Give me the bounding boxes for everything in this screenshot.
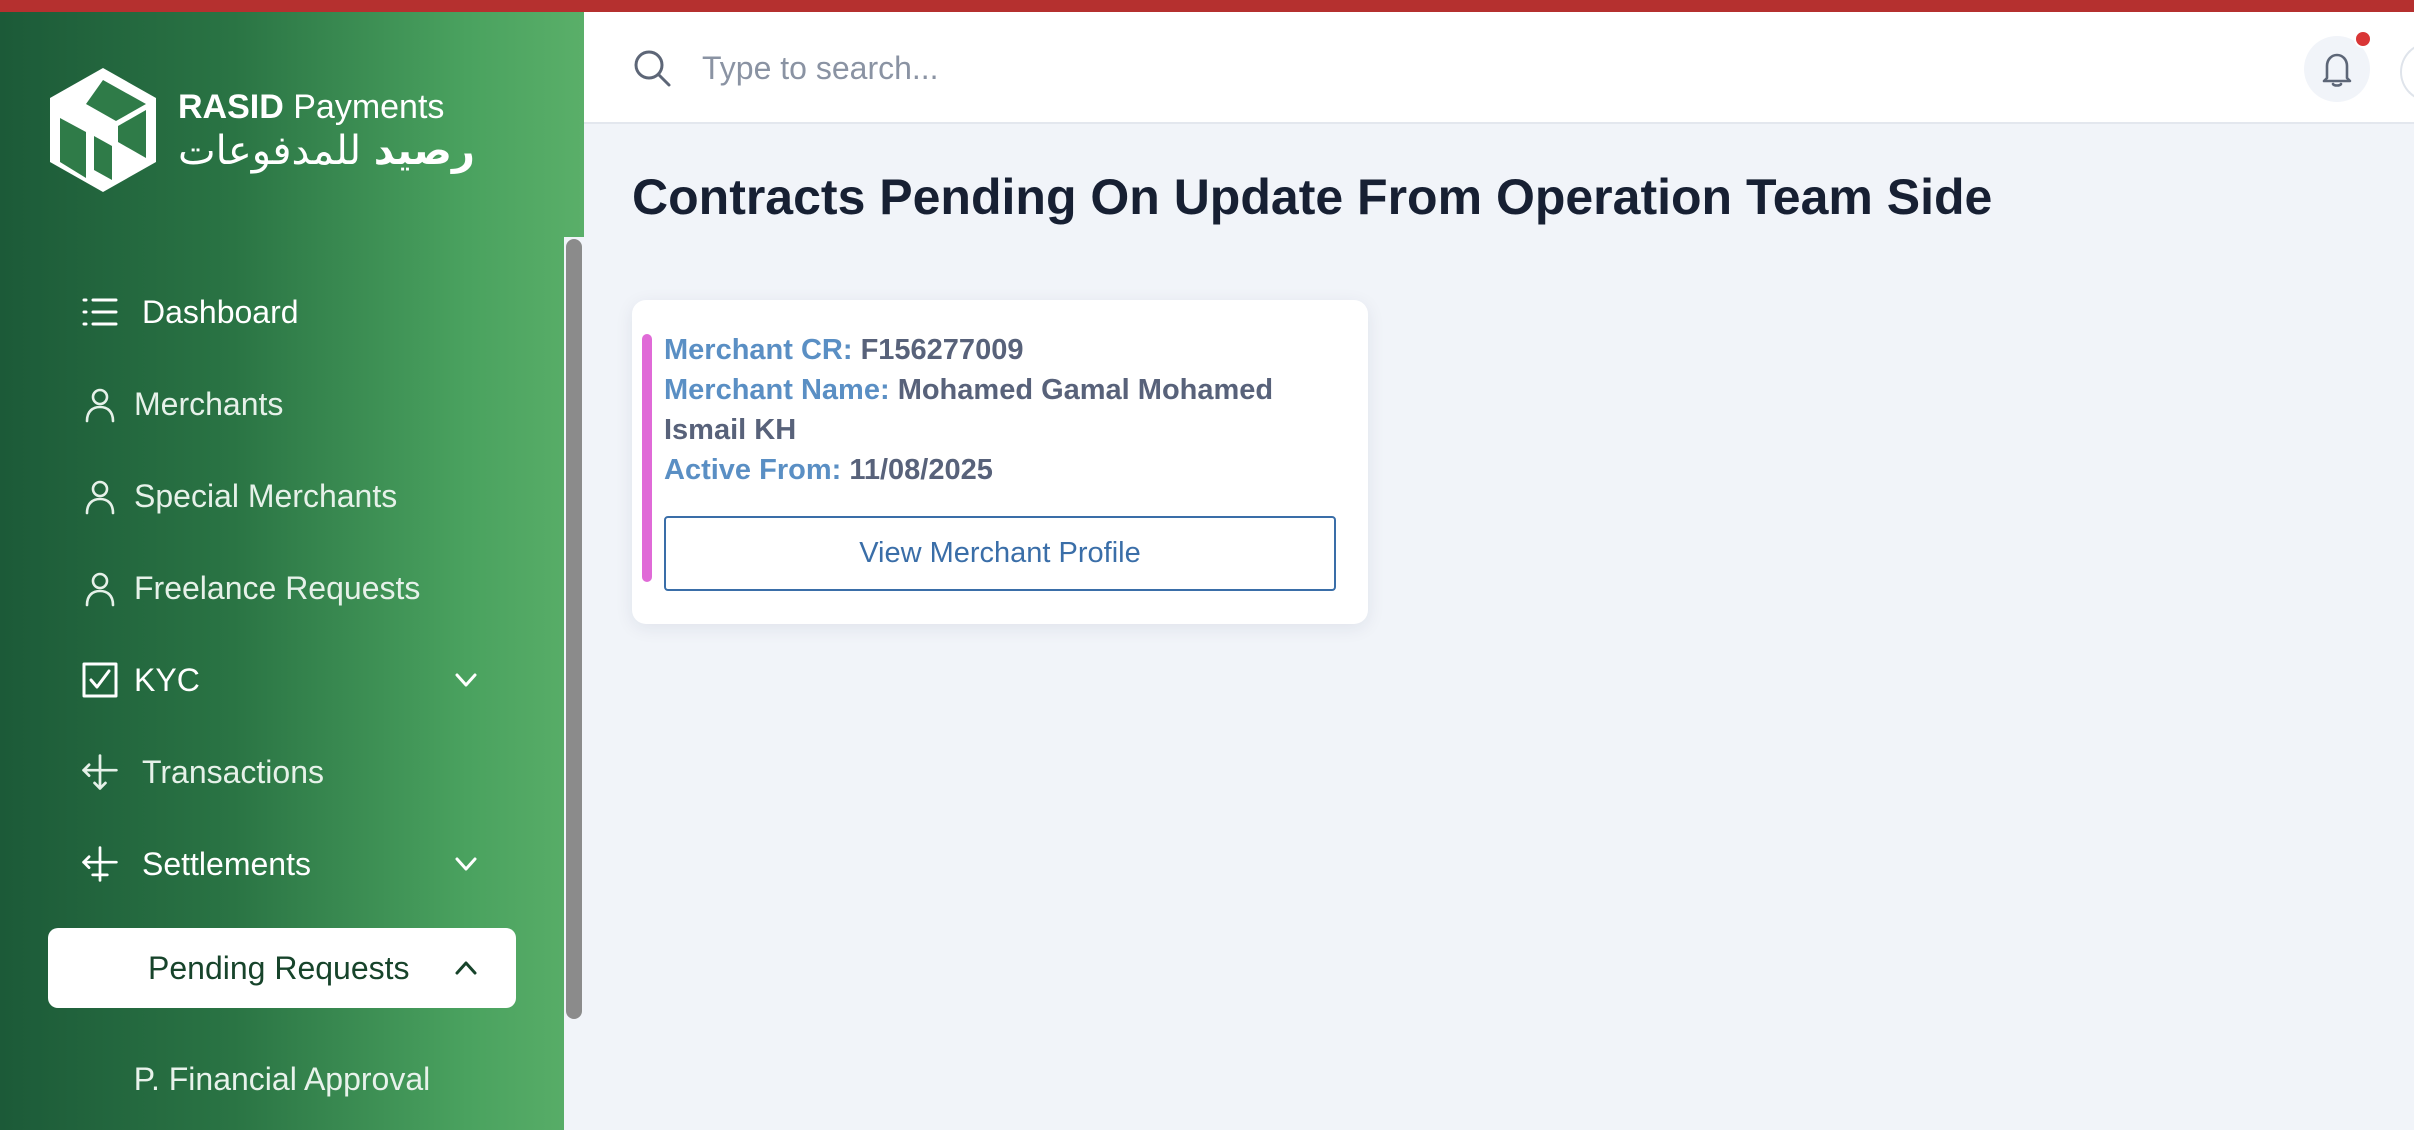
- user-icon: [80, 476, 120, 516]
- merchant-name-row: Merchant Name: Mohamed Gamal Mohamed Ism…: [664, 370, 1344, 450]
- sidebar-item-label: Special Merchants: [134, 477, 398, 514]
- rasid-logo-icon: [50, 68, 156, 192]
- brand-arabic-rest: للمدفوعات: [178, 128, 374, 174]
- merchant-name-label: Merchant Name:: [664, 374, 890, 406]
- sidebar-item-merchants[interactable]: Merchants: [48, 364, 516, 444]
- card-accent-bar: [642, 334, 652, 582]
- sidebar-item-label: Merchants: [134, 385, 284, 422]
- sidebar-item-label: Freelance Requests: [134, 569, 421, 606]
- sidebar-item-label: Transactions: [142, 753, 324, 790]
- brand-name-rest: Payments: [283, 88, 445, 126]
- user-icon: [80, 568, 120, 608]
- page-title: Contracts Pending On Update From Operati…: [632, 169, 1993, 225]
- brand-name-arabic: رصيد للمدفوعات: [178, 128, 475, 174]
- sidebar-item-label: Settlements: [142, 845, 311, 882]
- sidebar-subitem-financial-approval[interactable]: P. Financial Approval: [48, 1044, 516, 1114]
- sidebar-subitem-label: P. Financial Approval: [133, 1060, 431, 1097]
- top-header: [584, 12, 2414, 124]
- bell-icon: [2322, 53, 2352, 87]
- active-from-label: Active From:: [664, 454, 842, 486]
- view-merchant-profile-button[interactable]: View Merchant Profile: [664, 516, 1336, 591]
- merchant-cr-row: Merchant CR: F156277009: [664, 330, 1344, 370]
- transactions-icon: [80, 752, 120, 792]
- sidebar-item-label: Dashboard: [142, 293, 299, 330]
- brand-logo[interactable]: RASID Payments رصيد للمدفوعات: [46, 60, 475, 200]
- card-details: Merchant CR: F156277009 Merchant Name: M…: [664, 330, 1344, 490]
- sidebar-item-special-merchants[interactable]: Special Merchants: [48, 456, 516, 536]
- sidebar-scrollbar-thumb[interactable]: [566, 239, 582, 1019]
- brand-text: RASID Payments رصيد للمدفوعات: [178, 86, 475, 174]
- sidebar-item-kyc[interactable]: KYC: [48, 640, 516, 720]
- sidebar-item-dashboard[interactable]: Dashboard: [48, 272, 516, 352]
- search-input[interactable]: [700, 40, 1600, 96]
- settlements-icon: [80, 844, 120, 884]
- list-icon: [80, 292, 120, 332]
- brand-name-bold: RASID: [178, 88, 284, 126]
- sidebar-content: RASID Payments رصيد للمدفوعات Dashboard: [0, 12, 564, 1130]
- chevron-up-icon[interactable]: [452, 954, 480, 982]
- chevron-down-icon[interactable]: [452, 850, 480, 878]
- sidebar-item-freelance-requests[interactable]: Freelance Requests: [48, 548, 516, 628]
- user-icon: [80, 384, 120, 424]
- merchant-cr-value: F156277009: [860, 334, 1024, 366]
- sidebar-item-settlements[interactable]: Settlements: [48, 824, 516, 904]
- sidebar-item-label: KYC: [134, 661, 200, 698]
- contract-card: Merchant CR: F156277009 Merchant Name: M…: [632, 300, 1368, 624]
- sidebar-item-pending-requests[interactable]: Pending Requests: [48, 928, 516, 1008]
- brand-arabic-bold: رصيد: [373, 128, 475, 174]
- brand-name-english: RASID Payments: [178, 86, 475, 128]
- sidebar-item-label: Pending Requests: [148, 949, 410, 986]
- chevron-down-icon[interactable]: [452, 666, 480, 694]
- sidebar-item-transactions[interactable]: Transactions: [48, 732, 516, 812]
- notification-badge: [2354, 30, 2372, 48]
- user-avatar[interactable]: [2400, 42, 2414, 102]
- search-icon: [634, 50, 671, 87]
- merchant-cr-label: Merchant CR:: [664, 334, 853, 366]
- active-from-value: 11/08/2025: [849, 454, 993, 486]
- checkbox-icon: [80, 660, 120, 700]
- active-from-row: Active From: 11/08/2025: [664, 450, 1344, 490]
- top-accent-bar: [0, 0, 2414, 12]
- sidebar: RASID Payments رصيد للمدفوعات Dashboard: [0, 12, 584, 1130]
